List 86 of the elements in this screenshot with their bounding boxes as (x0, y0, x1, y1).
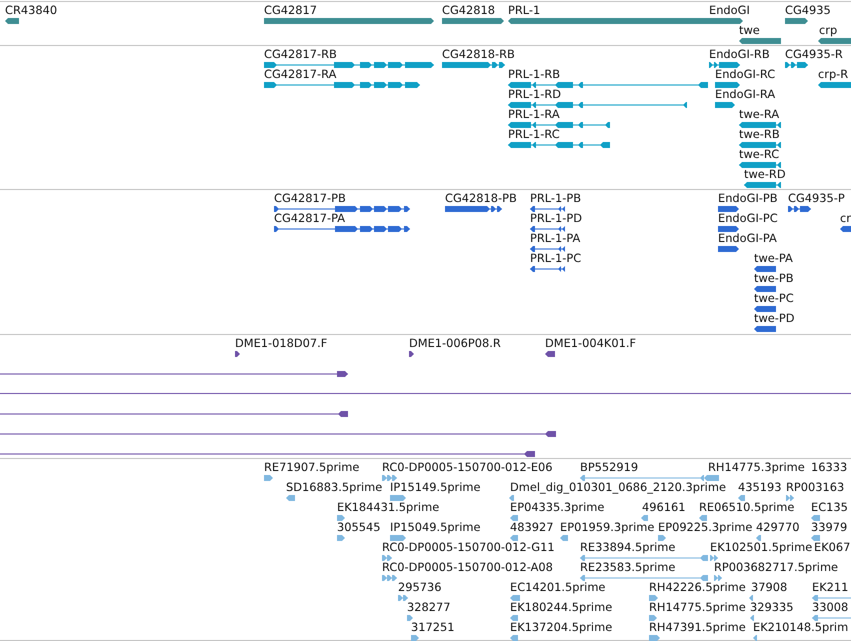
gene-name: CG4935 (785, 4, 831, 17)
transcript-name: PRL-1-RB (508, 68, 560, 81)
transcript-name: EndoGI-RA (715, 88, 776, 101)
gene-name: CG42817 (264, 4, 318, 17)
est-name: 317251 (411, 621, 454, 634)
transcript-name: PRL-1-RD (508, 88, 562, 101)
protein-name: EndoGI-PA (718, 232, 777, 245)
protein-name: PRL-1-PA (530, 232, 580, 245)
transcript-name: EndoGI-RB (709, 48, 770, 61)
est-name: EK184431.5prime (337, 501, 440, 514)
est-name: RE71907.5prime (264, 461, 360, 474)
transcript-name: CG4935-R (785, 48, 843, 61)
est-name: 37908 (751, 581, 788, 594)
est-name: EP04335.3prime (510, 501, 604, 514)
gene-name: crp (819, 24, 838, 37)
protein-name: cr (840, 212, 851, 225)
protein-name: CG4935-P (788, 192, 845, 205)
gene-name: twe (739, 24, 760, 37)
protein-name: CG42818-PB (445, 192, 517, 205)
est-name: EK067 (814, 541, 850, 554)
est-name: 429770 (756, 521, 800, 534)
clone-name: DME1-006P08.R (409, 337, 501, 350)
protein-name: EndoGI-PC (718, 212, 778, 225)
est-name: SD16883.5prime (286, 481, 382, 494)
est-name: EK211 (812, 581, 848, 594)
est-name: IP15049.5prime (390, 521, 481, 534)
est-name: RP003682717.5prime (714, 561, 838, 574)
est-name: RH14775.3prime (708, 461, 805, 474)
transcript-name: twe-RD (744, 168, 786, 181)
est-name: EK102501.5prime (710, 541, 812, 554)
est-name: 435193 (738, 481, 782, 494)
gene-name: EndoGI (709, 4, 750, 17)
transcript-name: CG42817-RB (264, 48, 337, 61)
gene-name: CR43840 (5, 4, 58, 17)
est-name: EP01959.3prime (560, 521, 654, 534)
transcript-name: CG42818-RB (442, 48, 515, 61)
est-name: RC0-DP0005-150700-012-A08 (382, 561, 553, 574)
est-name: 496161 (642, 501, 686, 514)
transcript-name: twe-RC (739, 148, 780, 161)
est-name: RE33894.5prime (580, 541, 676, 554)
est-name: EK210148.5prim (753, 621, 848, 634)
transcript-name: EndoGI-RC (715, 68, 776, 81)
transcript-name: twe-RB (739, 128, 780, 141)
est-name: 328277 (407, 601, 450, 614)
protein-name: CG42817-PA (274, 212, 346, 225)
clone-name: DME1-018D07.F (235, 337, 328, 350)
gene-name: PRL-1 (508, 4, 540, 17)
protein-name: PRL-1-PC (530, 252, 582, 265)
transcript-name: crp-R (818, 68, 848, 81)
protein-name: CG42817-PB (274, 192, 346, 205)
protein-name: EndoGI-PB (718, 192, 778, 205)
protein-name: twe-PD (754, 312, 795, 325)
est-name: RC0-DP0005-150700-012-G11 (382, 541, 555, 554)
est-name: EK180244.5prime (510, 601, 612, 614)
est-name: 33979 (811, 521, 848, 534)
est-name: 329335 (750, 601, 794, 614)
clone-name: DME1-004K01.F (545, 337, 636, 350)
est-name: Dmel_dig_010301_0686_2120.3prime (510, 481, 726, 494)
est-name: RE23583.5prime (580, 561, 676, 574)
est-name: RE06510.5prime (699, 501, 794, 514)
protein-name: twe-PA (754, 252, 793, 265)
est-name: 483927 (510, 521, 554, 534)
est-name: EC14201.5prime (510, 581, 606, 594)
est-name: RH42226.5prime (649, 581, 746, 594)
est-name: RH14775.5prime (649, 601, 746, 614)
est-name: 305545 (337, 521, 380, 534)
est-name: 33008 (812, 601, 848, 614)
est-name: BP552919 (580, 461, 638, 474)
transcript-name: PRL-1-RC (508, 128, 560, 141)
est-name: EK137204.5prime (510, 621, 612, 634)
transcript-name: twe-RA (739, 108, 780, 121)
est-name: 295736 (398, 581, 442, 594)
est-name: EP09225.3prime (658, 521, 752, 534)
protein-name: twe-PC (754, 292, 794, 305)
est-name: IP15149.5prime (390, 481, 481, 494)
est-name: RC0-DP0005-150700-012-E06 (382, 461, 553, 474)
protein-name: PRL-1-PD (530, 212, 582, 225)
est-name: RH47391.5prime (649, 621, 746, 634)
transcript-name: CG42817-RA (264, 68, 336, 81)
protein-name: PRL-1-PB (530, 192, 582, 205)
est-name: RP003163 (786, 481, 844, 494)
est-name: 16333 (811, 461, 848, 474)
transcript-name: PRL-1-RA (508, 108, 560, 121)
gene-name: CG42818 (442, 4, 496, 17)
est-name: EC135 (811, 501, 848, 514)
protein-name: twe-PB (754, 272, 794, 285)
